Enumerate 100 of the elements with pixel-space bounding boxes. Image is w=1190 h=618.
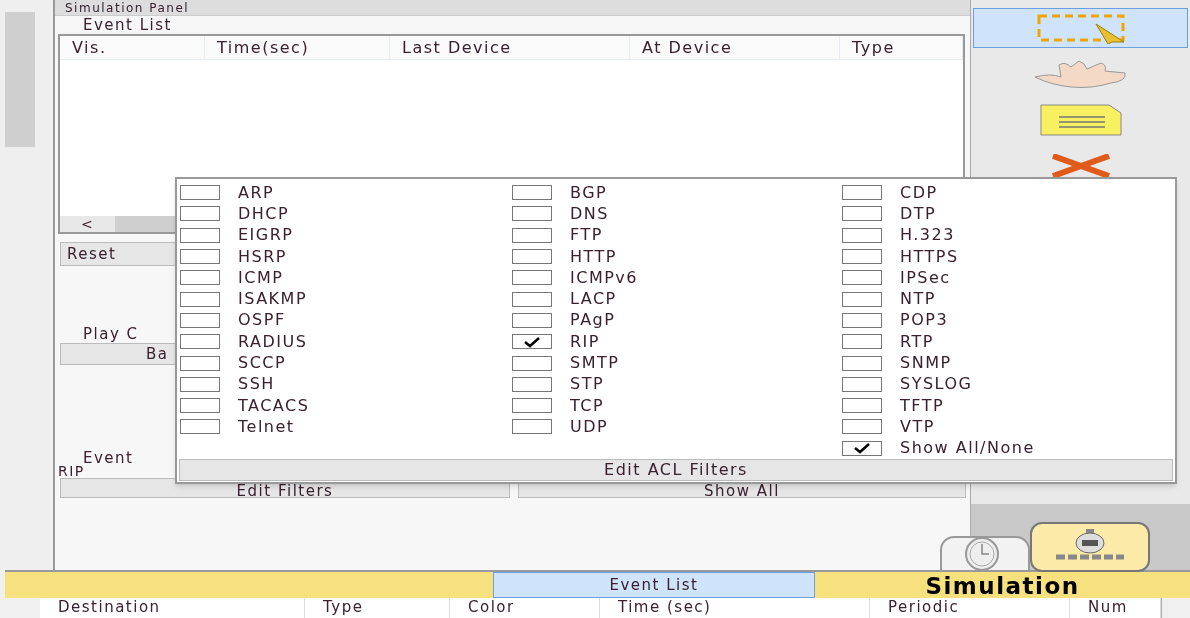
column-header[interactable]: Last Device [390, 36, 630, 59]
column-header[interactable]: Color [450, 598, 600, 618]
checkbox[interactable] [842, 206, 882, 222]
column-header[interactable]: Num [1070, 598, 1161, 618]
checkbox[interactable] [512, 334, 552, 350]
checkbox[interactable] [180, 355, 220, 371]
filter-label[interactable]: RIP [570, 331, 600, 352]
filter-label[interactable]: SYSLOG [900, 374, 973, 395]
checkbox[interactable] [842, 334, 882, 350]
filter-label[interactable]: VTP [900, 416, 935, 437]
filter-label[interactable]: OSPF [238, 310, 286, 331]
checkbox[interactable] [842, 291, 882, 307]
filter-label[interactable]: CDP [900, 182, 938, 203]
column-header[interactable]: Time(sec) [205, 36, 390, 59]
filter-label[interactable]: SCCP [238, 353, 287, 373]
filter-label[interactable]: SMTP [570, 353, 620, 373]
checkbox[interactable] [180, 334, 220, 350]
filter-label[interactable]: UDP [570, 416, 609, 437]
filter-label[interactable]: ARP [238, 182, 275, 203]
scroll-left-button[interactable]: < [60, 216, 115, 232]
checkbox[interactable] [842, 227, 882, 243]
checkbox[interactable] [512, 355, 552, 371]
checkbox[interactable] [842, 419, 882, 435]
filter-label[interactable]: TCP [570, 395, 605, 416]
checkbox[interactable] [512, 376, 552, 392]
filter-label[interactable]: RADIUS [238, 331, 308, 352]
checkbox[interactable] [512, 206, 552, 222]
checkbox[interactable] [842, 185, 882, 201]
checkbox[interactable] [180, 398, 220, 414]
selection-icon [1035, 12, 1126, 44]
filter-label[interactable]: HSRP [238, 246, 287, 267]
checkbox[interactable] [512, 227, 552, 243]
checkbox[interactable] [180, 185, 220, 201]
checkbox[interactable] [842, 312, 882, 328]
filter-label[interactable]: TACACS [238, 395, 310, 416]
filter-summary: RIP [58, 465, 85, 477]
checkbox[interactable] [512, 249, 552, 265]
checkbox[interactable] [512, 291, 552, 307]
checkbox[interactable] [512, 270, 552, 286]
checkbox[interactable] [512, 398, 552, 414]
checkbox[interactable] [512, 185, 552, 201]
checkbox[interactable] [842, 270, 882, 286]
filter-label[interactable]: SNMP [900, 353, 952, 373]
filter-label[interactable]: IPSec [900, 267, 951, 288]
checkbox[interactable] [512, 419, 552, 435]
mode-tab[interactable] [1030, 522, 1150, 572]
panel-title: Simulation Panel [65, 2, 190, 15]
column-header[interactable]: Vis. [60, 36, 205, 59]
group-legend: Play C [83, 326, 139, 342]
mode-label: Simulation [924, 572, 1081, 598]
checkbox[interactable] [180, 270, 220, 286]
checkbox[interactable] [180, 376, 220, 392]
checkbox[interactable] [180, 419, 220, 435]
column-header[interactable]: Time (sec) [600, 598, 870, 618]
filter-label[interactable]: ICMP [238, 267, 284, 288]
filter-label[interactable]: H.323 [900, 225, 955, 246]
checkbox[interactable] [180, 291, 220, 307]
filter-label[interactable]: BGP [570, 182, 608, 203]
checkbox[interactable] [180, 227, 220, 243]
filter-label[interactable]: ISAKMP [238, 289, 308, 310]
mode-tab[interactable] [940, 536, 1030, 572]
filter-label[interactable]: EIGRP [238, 225, 294, 246]
filter-label[interactable]: LACP [570, 289, 617, 310]
checkbox[interactable] [180, 249, 220, 265]
filter-label[interactable]: PAgP [570, 310, 616, 331]
checkbox[interactable] [842, 376, 882, 392]
checkbox[interactable] [512, 312, 552, 328]
filter-label[interactable]: STP [570, 374, 605, 395]
checkbox[interactable] [180, 206, 220, 222]
group-legend: Event [83, 451, 134, 465]
checkbox[interactable] [842, 249, 882, 265]
scrollbar-thumb[interactable] [5, 12, 35, 147]
filter-label[interactable]: RTP [900, 331, 934, 352]
filter-label[interactable]: NTP [900, 289, 936, 310]
filter-label[interactable]: ICMPv6 [570, 267, 638, 288]
filter-label[interactable]: Telnet [238, 416, 295, 437]
filter-label[interactable]: FTP [570, 225, 603, 246]
event-list-button[interactable]: Event List [493, 572, 815, 598]
filter-label[interactable]: Show All/None [900, 438, 1035, 459]
checkbox[interactable] [842, 398, 882, 414]
column-header[interactable]: At Device [630, 36, 840, 59]
check-icon [852, 442, 872, 455]
filter-label[interactable]: HTTP [570, 246, 617, 267]
edit-acl-filters-button[interactable]: Edit ACL Filters [179, 459, 1173, 481]
group-legend: Event List [83, 16, 970, 34]
filter-label[interactable]: TFTP [900, 395, 945, 416]
column-header[interactable]: Destination [40, 598, 305, 618]
filter-label[interactable]: DHCP [238, 203, 290, 224]
column-header[interactable]: Type [305, 598, 450, 618]
filter-label[interactable]: SSH [238, 374, 275, 395]
filter-label[interactable]: DTP [900, 203, 937, 224]
checkbox[interactable] [842, 355, 882, 371]
checkbox[interactable] [180, 312, 220, 328]
filter-label[interactable]: HTTPS [900, 246, 959, 267]
column-header[interactable]: Periodic [870, 598, 1070, 618]
column-header[interactable]: Type [840, 36, 963, 59]
filter-label[interactable]: POP3 [900, 310, 949, 331]
check-icon [522, 335, 542, 348]
filter-label[interactable]: DNS [570, 203, 609, 224]
checkbox[interactable] [842, 440, 882, 456]
